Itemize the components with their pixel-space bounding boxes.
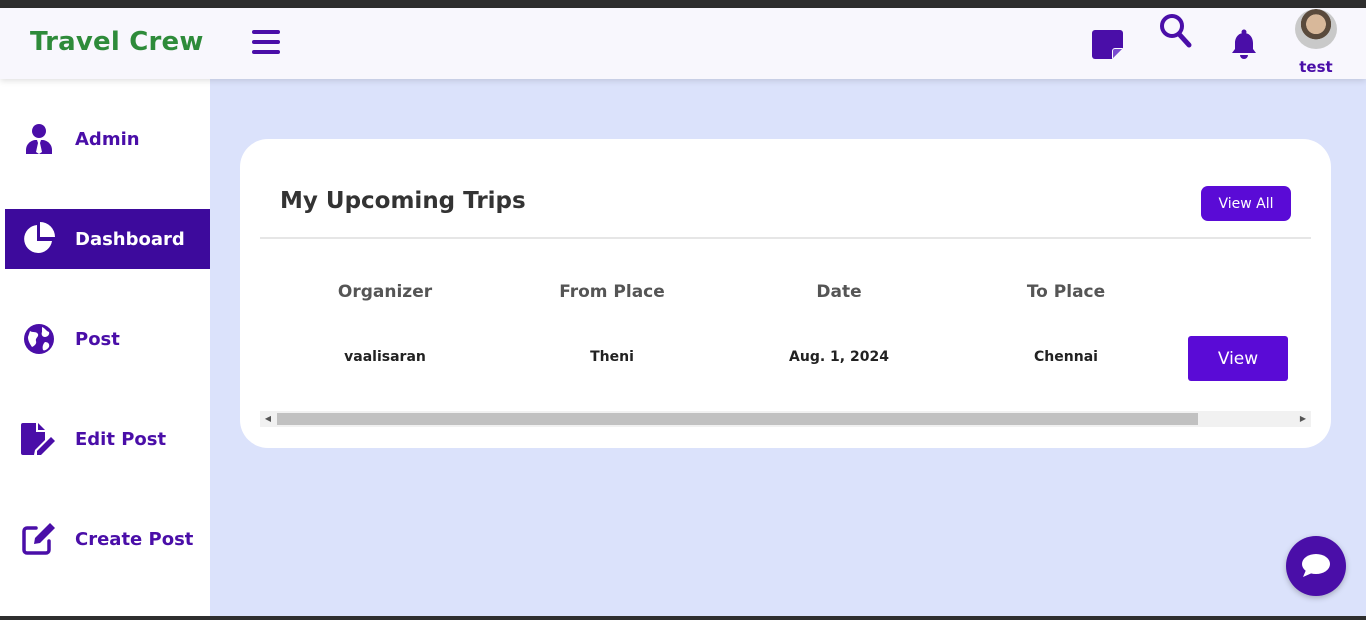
chat-button[interactable] — [1286, 536, 1346, 596]
sidebar-item-label: Post — [75, 328, 120, 350]
search-icon[interactable] — [1158, 12, 1192, 50]
user-avatar[interactable] — [1295, 9, 1337, 49]
chat-bubble-icon — [1302, 554, 1330, 577]
cell-organizer: vaalisaran — [344, 349, 426, 365]
sidebar-item-label: Admin — [75, 128, 140, 150]
file-edit-icon — [21, 421, 57, 457]
view-trip-button[interactable]: View — [1188, 336, 1288, 381]
sidebar-item-create-post[interactable]: Create Post — [5, 509, 210, 569]
sticky-note-icon[interactable] — [1091, 27, 1124, 60]
column-header-date: Date — [816, 282, 862, 302]
globe-icon — [21, 321, 57, 357]
sidebar: Admin Dashboard Post Edit Post Create Po… — [0, 79, 210, 616]
bell-icon[interactable] — [1228, 28, 1260, 60]
sidebar-item-admin[interactable]: Admin — [5, 109, 210, 169]
menu-icon[interactable] — [252, 30, 280, 56]
window-top-strip — [0, 0, 1366, 8]
cell-date: Aug. 1, 2024 — [789, 349, 889, 365]
user-tie-icon — [21, 121, 57, 157]
scroll-left-arrow-icon[interactable]: ◀ — [262, 413, 274, 425]
sidebar-item-label: Edit Post — [75, 428, 167, 450]
column-header-organizer: Organizer — [337, 282, 433, 302]
cell-from-place: Theni — [590, 349, 634, 365]
column-header-from-place: From Place — [559, 282, 665, 302]
sidebar-item-label: Dashboard — [75, 228, 185, 250]
sidebar-item-edit-post[interactable]: Edit Post — [5, 409, 210, 469]
card-title: My Upcoming Trips — [280, 188, 526, 214]
brand-logo-text[interactable]: Travel Crew — [30, 27, 204, 57]
upcoming-trips-card: My Upcoming Trips View All Organizer Fro… — [240, 139, 1331, 448]
window-bottom-strip — [0, 616, 1366, 620]
view-all-button[interactable]: View All — [1201, 186, 1291, 221]
horizontal-scrollbar[interactable]: ◀ ▶ — [260, 411, 1311, 427]
cell-to-place: Chennai — [1034, 349, 1098, 365]
pie-chart-icon — [21, 221, 57, 257]
top-navbar: Travel Crew test — [0, 8, 1366, 79]
sidebar-item-post[interactable]: Post — [5, 309, 210, 369]
scrollbar-thumb[interactable] — [277, 413, 1198, 425]
user-name-label[interactable]: test — [1290, 58, 1342, 76]
scroll-right-arrow-icon[interactable]: ▶ — [1297, 413, 1309, 425]
sidebar-item-dashboard[interactable]: Dashboard — [5, 209, 210, 269]
sidebar-item-label: Create Post — [75, 528, 194, 550]
pen-square-icon — [21, 521, 57, 557]
column-header-to-place: To Place — [1026, 282, 1106, 302]
card-divider — [260, 237, 1311, 239]
